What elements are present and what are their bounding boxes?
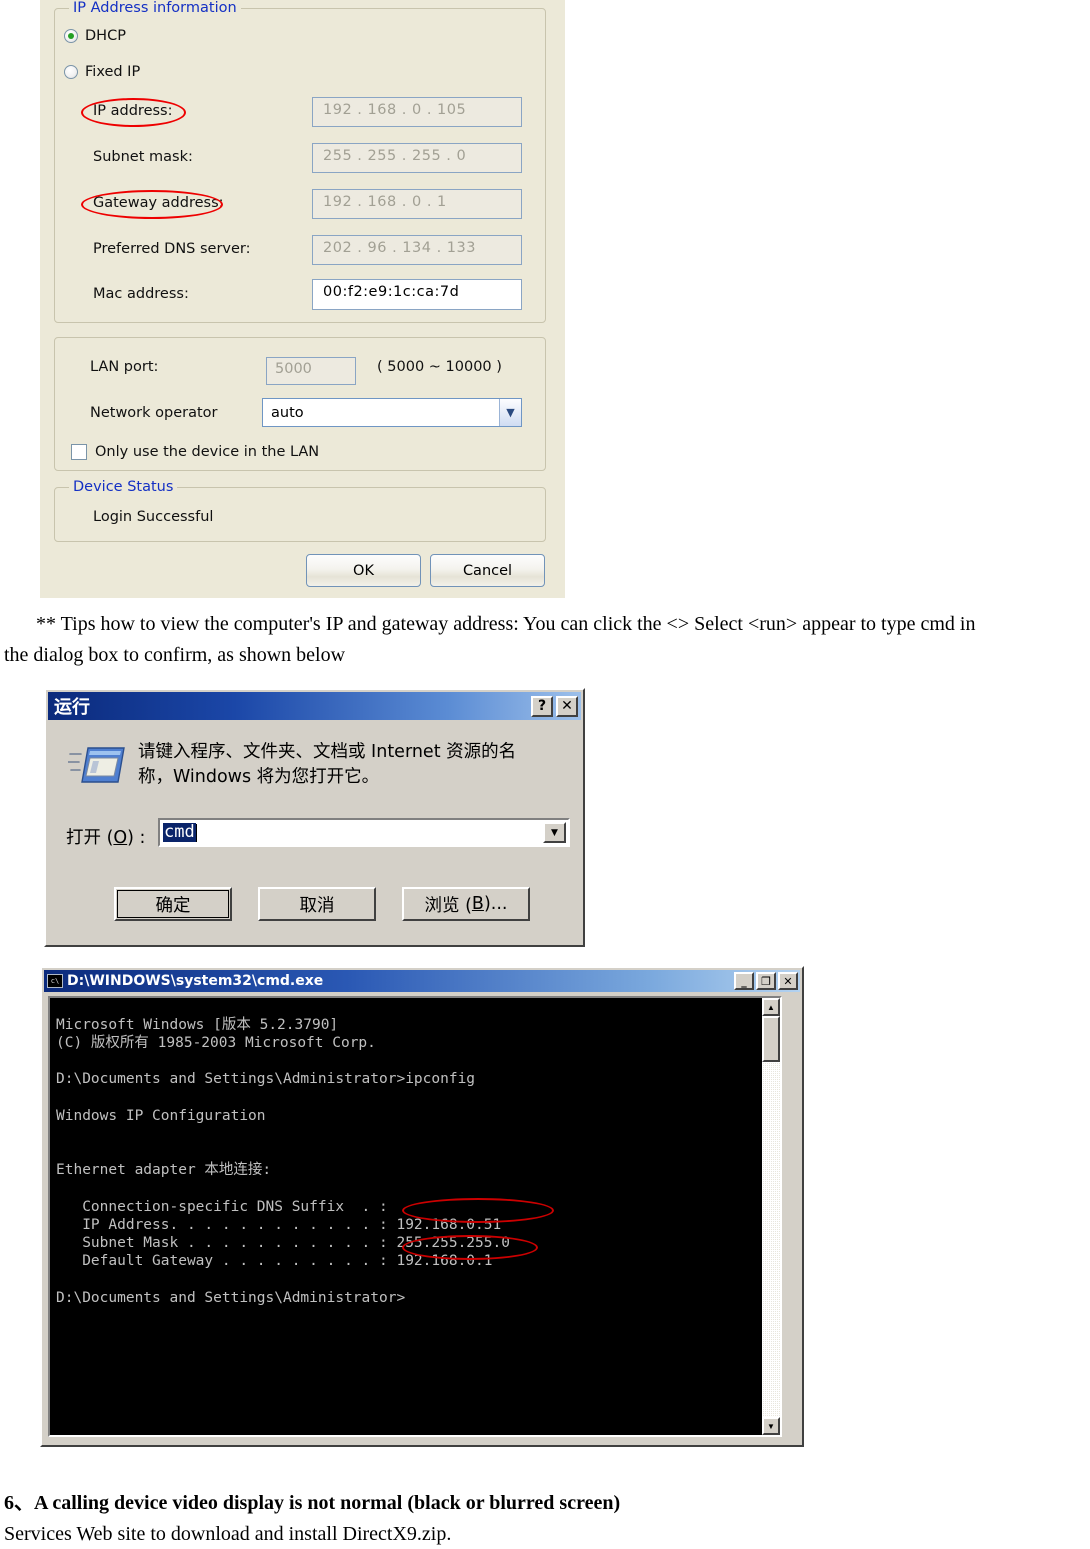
gateway-address-input[interactable]: 192 . 168 . 0 . 1: [312, 189, 522, 219]
close-button[interactable]: ✕: [556, 695, 578, 717]
run-open-label-post: ) :: [127, 828, 146, 848]
radio-dhcp[interactable]: DHCP: [64, 28, 126, 44]
run-dialog-prompt: 请键入程序、文件夹、文档或 Internet 资源的名 称，Windows 将为…: [138, 740, 558, 790]
radio-dhcp-indicator-icon: [64, 29, 78, 43]
lan-port-range-hint: ( 5000 ~ 10000 ): [377, 359, 502, 375]
subnet-mask-input[interactable]: 255 . 255 . 255 . 0: [312, 143, 522, 173]
lan-only-checkbox-row[interactable]: Only use the device in the LAN: [71, 444, 319, 460]
network-operator-select[interactable]: auto ▼: [262, 398, 522, 427]
gateway-address-label: Gateway address:: [93, 195, 224, 211]
cmd-window-title: D:\WINDOWS\system32\cmd.exe: [67, 973, 324, 989]
run-browse-pre: 浏览 (: [424, 895, 472, 916]
run-open-label-pre: 打开 (: [66, 828, 114, 848]
run-dialog-title: 运行: [54, 697, 90, 718]
text-caret: [195, 823, 197, 842]
footer-body: Services Web site to download and instal…: [4, 1523, 452, 1545]
network-operator-value: auto: [271, 404, 304, 421]
minimize-button[interactable]: _: [734, 972, 754, 990]
scrollbar-track[interactable]: [762, 1016, 780, 1417]
radio-fixed-ip-indicator-icon: [64, 65, 78, 79]
footer-heading: 6、A calling device video display is not …: [4, 1492, 621, 1514]
run-browse-post: )...: [483, 894, 508, 914]
preferred-dns-server-label: Preferred DNS server:: [93, 241, 251, 257]
mac-address-label: Mac address:: [93, 286, 189, 302]
preferred-dns-server-input[interactable]: 202 . 96 . 134 . 133: [312, 235, 522, 265]
console-output-area[interactable]: Microsoft Windows [版本 5.2.3790] (C) 版权所有…: [48, 996, 782, 1437]
run-dialog-titlebar[interactable]: 运行 ? ✕: [48, 692, 581, 720]
run-browse-key: B: [471, 894, 484, 914]
subnet-mask-label: Subnet mask:: [93, 149, 193, 165]
ip-address-input[interactable]: 192 . 168 . 0 . 105: [312, 97, 522, 127]
console-text: Microsoft Windows [版本 5.2.3790] (C) 版权所有…: [56, 1016, 510, 1306]
device-status-value: Login Successful: [93, 509, 214, 525]
run-browse-button[interactable]: 浏览 (B)...: [402, 887, 530, 921]
lan-port-label: LAN port:: [90, 359, 159, 375]
run-open-label-key: O: [113, 828, 128, 848]
network-operator-label: Network operator: [90, 405, 218, 421]
help-button[interactable]: ?: [531, 695, 553, 717]
radio-fixed-ip[interactable]: Fixed IP: [64, 64, 140, 80]
tips-paragraph-line2: the dialog box to confirm, as shown belo…: [4, 644, 346, 666]
scrollbar-thumb[interactable]: [762, 1016, 780, 1062]
radio-dhcp-label: DHCP: [85, 28, 126, 44]
run-open-value: cmd: [163, 822, 196, 842]
lan-only-label: Only use the device in the LAN: [95, 444, 320, 460]
chevron-down-icon: ▼: [499, 399, 521, 426]
console-system-icon[interactable]: c\: [47, 974, 63, 988]
close-button[interactable]: ✕: [778, 972, 798, 990]
ip-address-label: IP address:: [93, 103, 173, 119]
run-dialog: 运行 ? ✕ 请键入程序、文件夹、文档或 Internet 资源的名 称，Win…: [44, 688, 585, 947]
run-window-icon: [68, 747, 125, 783]
run-prompt-line2: 称，Windows 将为您打开它。: [138, 767, 380, 787]
radio-fixed-ip-label: Fixed IP: [85, 64, 141, 80]
command-prompt-window: c\ D:\WINDOWS\system32\cmd.exe _ ❐ ✕ Mic…: [40, 966, 804, 1447]
run-open-label: 打开 (O) :: [66, 824, 145, 849]
ip-configuration-dialog: IP Address information DHCP Fixed IP IP …: [40, 0, 565, 598]
lan-port-input[interactable]: 5000: [266, 357, 356, 385]
scroll-down-arrow-icon[interactable]: ▼: [762, 1417, 780, 1435]
run-cancel-button[interactable]: 取消: [258, 887, 376, 921]
tips-paragraph-line1: ** Tips how to view the computer's IP an…: [36, 613, 976, 635]
device-status-legend: Device Status: [69, 479, 178, 495]
lan-only-checkbox[interactable]: [71, 444, 87, 460]
chevron-down-icon[interactable]: ▼: [543, 822, 566, 843]
cmd-titlebar[interactable]: c\ D:\WINDOWS\system32\cmd.exe _ ❐ ✕: [44, 970, 800, 992]
run-ok-button[interactable]: 确定: [114, 887, 232, 921]
console-scrollbar[interactable]: ▲ ▼: [762, 998, 780, 1435]
run-open-combobox[interactable]: cmd ▼: [158, 818, 570, 847]
maximize-button[interactable]: ❐: [756, 972, 776, 990]
ok-button[interactable]: OK: [306, 554, 421, 587]
run-prompt-line1: 请键入程序、文件夹、文档或 Internet 资源的名: [138, 742, 517, 762]
mac-address-input[interactable]: 00:f2:e9:1c:ca:7d: [312, 279, 522, 310]
cancel-button[interactable]: Cancel: [430, 554, 545, 587]
ip-address-information-legend: IP Address information: [69, 0, 241, 16]
scroll-up-arrow-icon[interactable]: ▲: [762, 998, 780, 1016]
